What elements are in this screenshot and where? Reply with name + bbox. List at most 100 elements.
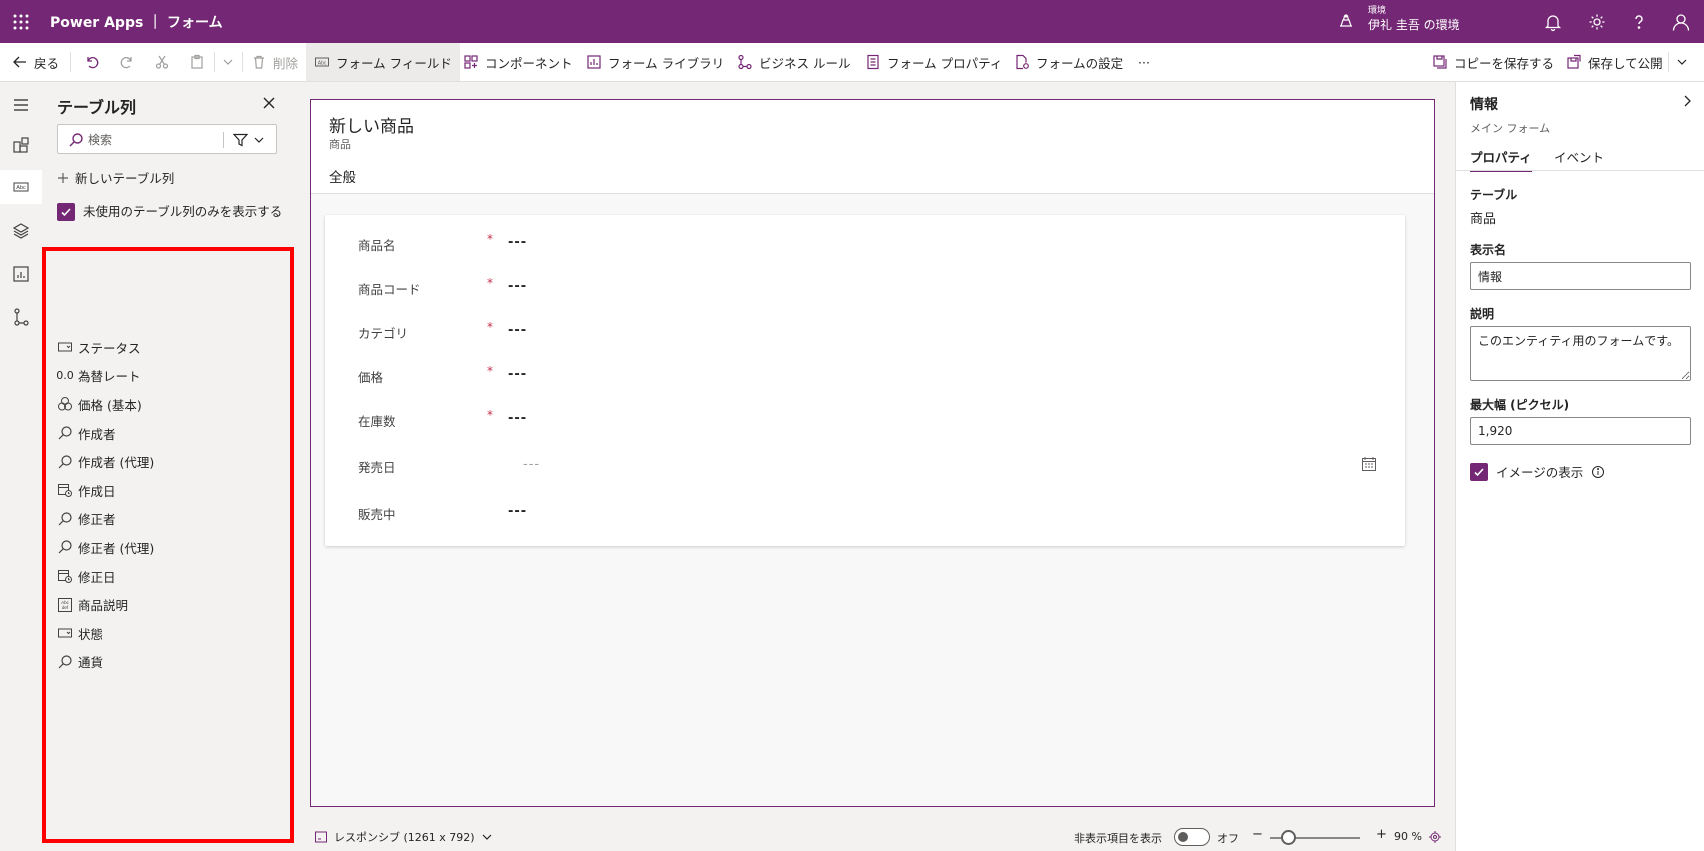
form-subtitle: 商品 [329,138,351,151]
plus-icon [58,172,68,183]
back-button[interactable]: 戻る [12,43,59,81]
environment-name: 伊礼 圭吾 の環境 [1368,18,1460,32]
panel-title: テーブル列 [57,98,137,117]
form-library-icon[interactable] [10,263,32,285]
field-value: --- [508,411,528,426]
chevron-right-icon[interactable] [1680,94,1694,108]
only-unused-filter[interactable]: 未使用のテーブル列のみを表示する [57,203,287,221]
redo-button[interactable] [119,43,135,81]
new-column-button[interactable]: 新しいテーブル列 [57,168,174,187]
save-publish-icon [1567,54,1581,69]
help-icon[interactable] [1628,11,1650,33]
description-label: 説明 [1470,307,1495,321]
field-label: 商品コード [358,282,421,297]
more-button[interactable]: ··· [1138,43,1150,81]
business-rule-icon [738,54,752,70]
svg-text:Abc: Abc [318,61,327,67]
field-release-date[interactable]: 発売日 --- [325,450,1405,480]
field-product-name[interactable]: 商品名 * --- [325,228,1405,258]
tab-general[interactable]: 全般 [329,166,356,196]
table-value: 商品 [1470,212,1497,227]
components-icon[interactable] [10,134,32,156]
new-column-label: 新しいテーブル列 [75,171,175,186]
divider [1456,170,1704,171]
layers-icon[interactable] [10,220,32,242]
search-input[interactable] [88,131,228,149]
field-product-code[interactable]: 商品コード * --- [325,272,1405,302]
filter-button[interactable] [232,132,268,148]
gear-icon[interactable] [1586,11,1608,33]
field-label: 在庫数 [358,414,396,429]
divider [223,132,224,148]
user-icon[interactable] [1670,11,1692,33]
business-rules-button[interactable]: ビジネス ルール [737,43,850,81]
delete-button[interactable]: 削除 [251,43,298,81]
cut-button[interactable] [154,43,170,81]
field-stock[interactable]: 在庫数 * --- [325,404,1405,434]
max-width-input[interactable] [1470,417,1691,445]
trash-icon [254,55,264,69]
description-input[interactable]: このエンティティ用のフォームです。 [1470,326,1691,381]
show-image-checkbox[interactable] [1470,462,1488,481]
field-price[interactable]: 価格 * --- [325,360,1405,390]
required-marker: * [487,320,493,334]
app-title[interactable]: Power Apps ｜ フォーム [50,12,223,32]
display-name-input[interactable] [1470,262,1691,290]
menu-icon[interactable] [10,94,32,116]
layout-label: レスポンシブ (1261 x 792) [334,831,475,844]
checkmark-icon [1474,467,1484,476]
chevron-down-icon [1677,59,1687,65]
pane-subtitle: メイン フォーム [1470,122,1551,135]
components-icon [464,55,478,69]
field-label: カテゴリ [358,326,409,341]
save-publish-button[interactable]: 保存して公開 [1566,43,1663,81]
search-box[interactable] [57,124,277,154]
form-properties-button[interactable]: フォーム プロパティ [865,43,1002,81]
bell-icon[interactable] [1542,11,1564,33]
field-on-sale[interactable]: 販売中 --- [325,497,1405,527]
components-button[interactable]: コンポーネント [463,43,573,81]
info-icon[interactable] [1591,465,1605,479]
paste-dropdown[interactable] [222,43,234,81]
text-field-icon: Abc [315,57,329,67]
zoom-in-button[interactable]: + [1376,827,1387,842]
display-name-label: 表示名 [1470,243,1507,257]
save-publish-dropdown[interactable] [1676,43,1688,81]
required-marker: * [487,408,493,422]
fit-to-screen-icon[interactable] [1428,830,1442,844]
tab-properties[interactable]: プロパティ [1470,147,1532,172]
field-value: --- [508,367,528,382]
form-canvas[interactable]: 新しい商品 商品 全般 商品名 * --- 商品コード * --- カテゴリ *… [310,99,1435,807]
undo-button[interactable] [84,43,100,81]
field-value: --- [523,457,541,472]
zoom-out-button[interactable]: − [1252,827,1263,842]
show-image-option[interactable]: イメージの表示 [1470,462,1605,481]
table-columns-icon[interactable]: Abc [0,170,42,204]
tree-view-icon[interactable] [10,306,32,328]
paste-button[interactable] [189,43,205,81]
form-settings-button[interactable]: フォームの設定 [1014,43,1123,81]
form-section[interactable]: 商品名 * --- 商品コード * --- カテゴリ * --- 価格 * --… [325,215,1405,546]
close-icon[interactable] [262,96,276,110]
form-library-label: フォーム ライブラリ [608,55,725,71]
waffle-icon[interactable] [10,11,32,33]
form-properties-label: フォーム プロパティ [887,55,1003,71]
environment-picker[interactable]: 環境 伊礼 圭吾 の環境 [1368,4,1460,32]
form-library-button[interactable]: フォーム ライブラリ [586,43,724,81]
form-fields-label: フォーム フィールド [336,55,452,71]
field-value: --- [508,323,528,338]
layout-picker[interactable]: レスポンシブ (1261 x 792) [314,829,493,845]
layout-icon [315,831,327,843]
environment-icon[interactable] [1337,12,1355,30]
environment-label: 環境 [1368,6,1387,16]
save-copy-button[interactable]: コピーを保存する [1432,43,1554,81]
field-label: 価格 [358,370,384,385]
show-hidden-toggle[interactable] [1174,828,1210,846]
zoom-slider-thumb[interactable] [1280,830,1296,845]
tab-events[interactable]: イベント [1554,147,1604,170]
calendar-icon[interactable] [1361,456,1377,472]
field-category[interactable]: カテゴリ * --- [325,316,1405,346]
left-nav-rail: Abc [0,82,42,851]
form-fields-button[interactable]: Abc フォーム フィールド [306,43,460,81]
only-unused-checkbox[interactable] [57,203,75,221]
